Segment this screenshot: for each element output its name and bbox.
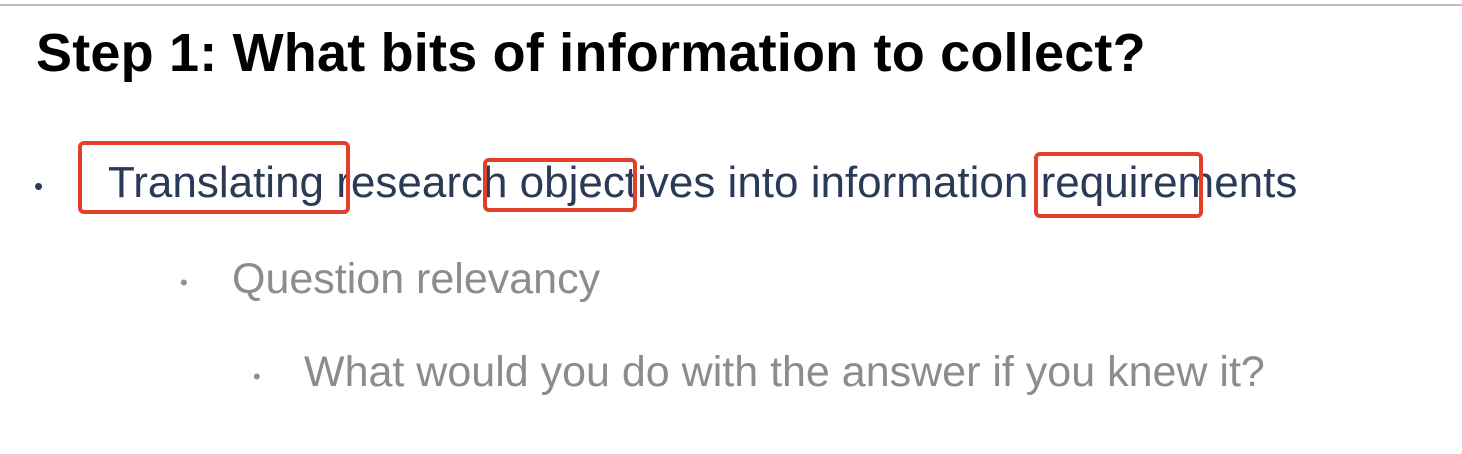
top-divider [0,4,1462,6]
slide: Step 1: What bits of information to coll… [0,0,1462,454]
bullet-level-2: Question relevancy [232,255,601,303]
bullet-marker-level-1: • [34,171,44,201]
slide-title: Step 1: What bits of information to coll… [36,23,1146,83]
bullet-level-1: Translating research objectives into inf… [108,158,1298,207]
bullet-marker-level-3: • [253,364,261,389]
bullet-marker-level-2: • [180,270,188,295]
bullet-level-3: What would you do with the answer if you… [304,348,1265,396]
